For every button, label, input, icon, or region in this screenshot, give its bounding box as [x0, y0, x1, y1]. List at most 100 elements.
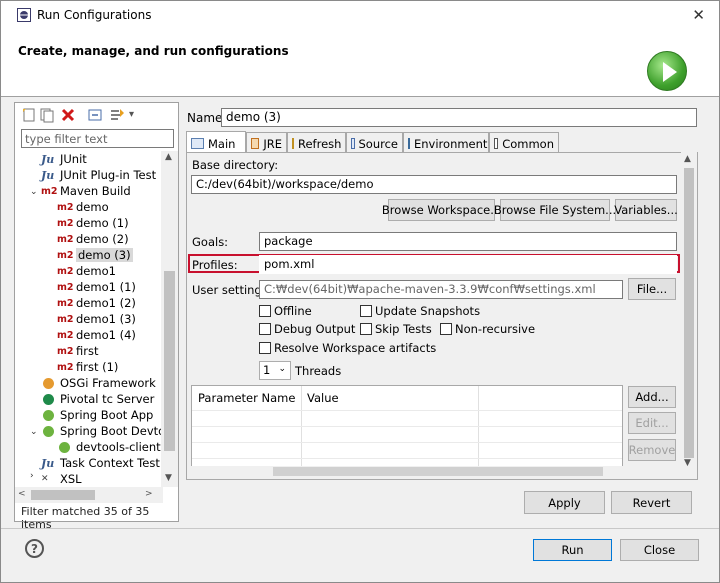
tree-item-demo1-4[interactable]: m2 demo1 (4) [57, 327, 136, 343]
scroll-thumb[interactable] [164, 271, 175, 451]
help-icon[interactable]: ? [25, 539, 44, 558]
xsl-icon: ✕ [41, 474, 49, 484]
panel-horizontal-scrollbar[interactable] [187, 466, 681, 478]
scroll-down-icon[interactable]: ▼ [165, 473, 172, 483]
tree-item-xsl[interactable]: ✕ XSL [41, 471, 82, 486]
parameter-name-header: Parameter Name [198, 391, 296, 405]
common-tab-icon [494, 138, 499, 149]
row-divider [192, 458, 622, 459]
source-tab-icon [351, 138, 355, 149]
tree-item-demo[interactable]: m2 demo [57, 199, 109, 215]
scroll-left-icon[interactable]: < [18, 489, 26, 499]
maven-icon: m2 [57, 329, 74, 341]
browse-workspace-button[interactable]: Browse Workspace... [382, 199, 501, 221]
panel-vertical-scrollbar[interactable]: ▲ ▼ [681, 152, 697, 472]
apply-button[interactable]: Apply [524, 491, 605, 514]
tree-item-spring-boot-devtools[interactable]: Spring Boot Devtool [43, 423, 165, 439]
update-snapshots-label: Update Snapshots [375, 304, 481, 318]
threads-select[interactable]: 1 ⌄ [259, 361, 291, 380]
scroll-thumb[interactable] [684, 168, 694, 458]
run-button[interactable]: Run [533, 539, 612, 561]
collapse-all-icon[interactable] [87, 107, 103, 123]
threads-label: Threads [295, 364, 342, 378]
profiles-label: Profiles: [192, 258, 238, 272]
tree-item-demo1-3[interactable]: m2 demo1 (3) [57, 311, 136, 327]
tree-item-demo-1[interactable]: m2 demo (1) [57, 215, 129, 231]
tree-vertical-scrollbar[interactable]: ▲ ▼ [161, 151, 178, 487]
tree-item-maven-build[interactable]: m2 Maven Build [41, 183, 131, 199]
tab-jre[interactable]: JRE [246, 132, 287, 152]
scroll-down-icon[interactable]: ▼ [684, 458, 691, 468]
tree-item-demo-2[interactable]: m2 demo (2) [57, 231, 129, 247]
scroll-up-icon[interactable]: ▲ [684, 154, 691, 164]
scroll-thumb[interactable] [31, 490, 95, 500]
footer-divider [1, 528, 719, 529]
name-input[interactable]: demo (3) [221, 108, 697, 127]
close-window-icon[interactable]: ✕ [692, 6, 705, 24]
tree-item-demo1[interactable]: m2 demo1 [57, 263, 116, 279]
value-header: Value [307, 391, 339, 405]
maven-icon: m2 [57, 345, 74, 357]
eclipse-app-icon [17, 8, 31, 22]
debug-output-checkbox[interactable] [259, 323, 271, 335]
tree-item-demo-3-selected[interactable]: m2 demo (3) [57, 247, 133, 263]
filter-config-icon[interactable] [109, 107, 125, 123]
edit-parameter-button[interactable]: Edit... [628, 412, 676, 434]
parameters-table[interactable]: Parameter Name Value [191, 385, 623, 470]
tree-item-task-context[interactable]: Ju Task Context Test [41, 455, 160, 471]
new-config-icon[interactable] [21, 107, 37, 123]
revert-button[interactable]: Revert [611, 491, 692, 514]
update-snapshots-checkbox[interactable] [360, 305, 372, 317]
spring-icon [43, 425, 54, 437]
resolve-workspace-checkbox[interactable] [259, 342, 271, 354]
tree-item-junit-plugin[interactable]: Ju JUnit Plug-in Test [41, 167, 156, 183]
tree-item-pivotal[interactable]: Pivotal tc Server [43, 391, 154, 407]
scroll-right-icon[interactable]: > [145, 489, 153, 499]
scroll-up-icon[interactable]: ▲ [165, 152, 172, 162]
tree-item-osgi[interactable]: OSGi Framework [43, 375, 156, 391]
profiles-input[interactable]: pom.xml [259, 255, 677, 274]
tree-item-demo1-2[interactable]: m2 demo1 (2) [57, 295, 136, 311]
tree-item-spring-boot-app[interactable]: Spring Boot App [43, 407, 153, 423]
banner-title: Create, manage, and run configurations [18, 44, 289, 58]
tab-common[interactable]: Common [489, 132, 559, 152]
window-title: Run Configurations [37, 8, 152, 22]
filter-dropdown-icon[interactable]: ▾ [129, 109, 134, 120]
close-button[interactable]: Close [620, 539, 699, 561]
environment-tab-icon [408, 138, 410, 149]
chevron-down-icon: ⌄ [278, 364, 286, 374]
tab-environment[interactable]: Environment [403, 132, 489, 152]
banner: Create, manage, and run configurations [1, 29, 719, 97]
goals-input[interactable]: package [259, 232, 677, 251]
user-settings-input[interactable]: C:₩dev(64bit)₩apache-maven-3.3.9₩conf₩se… [259, 280, 623, 299]
tab-refresh[interactable]: Refresh [287, 132, 346, 152]
tree-item-first[interactable]: m2 first [57, 343, 98, 359]
tab-main[interactable]: Main [186, 131, 246, 153]
filter-input[interactable]: type filter text [21, 129, 174, 148]
duplicate-config-icon[interactable] [39, 107, 55, 123]
scroll-thumb[interactable] [273, 467, 603, 476]
variables-button[interactable]: Variables... [614, 199, 678, 221]
configuration-tree-panel: ▾ type filter text Ju JUnit Ju JUnit Plug-… [14, 102, 179, 531]
junit-plugin-icon: Ju [41, 168, 55, 182]
add-parameter-button[interactable]: Add... [628, 386, 676, 408]
debug-output-label: Debug Output [274, 322, 356, 336]
tree-horizontal-scrollbar[interactable]: < > [15, 487, 163, 503]
chevron-right-icon[interactable]: › [30, 471, 34, 481]
base-directory-input[interactable]: C:/dev(64bit)/workspace/demo [191, 175, 677, 194]
delete-config-icon[interactable] [60, 107, 76, 123]
chevron-down-icon[interactable]: ⌄ [30, 427, 38, 437]
tree-item-demo1-1[interactable]: m2 demo1 (1) [57, 279, 136, 295]
non-recursive-checkbox[interactable] [440, 323, 452, 335]
chevron-down-icon[interactable]: ⌄ [30, 187, 38, 197]
base-directory-label: Base directory: [192, 158, 279, 172]
browse-file-system-button[interactable]: Browse File System... [494, 199, 616, 221]
tab-source[interactable]: Source [346, 132, 403, 152]
tree-item-devtools-client[interactable]: devtools-client[d [59, 439, 165, 455]
file-button[interactable]: File... [628, 278, 676, 300]
offline-checkbox[interactable] [259, 305, 271, 317]
skip-tests-checkbox[interactable] [360, 323, 372, 335]
tree-item-first-1[interactable]: m2 first (1) [57, 359, 118, 375]
remove-parameter-button[interactable]: Remove [628, 439, 676, 461]
tree-item-junit[interactable]: Ju JUnit [41, 151, 87, 167]
